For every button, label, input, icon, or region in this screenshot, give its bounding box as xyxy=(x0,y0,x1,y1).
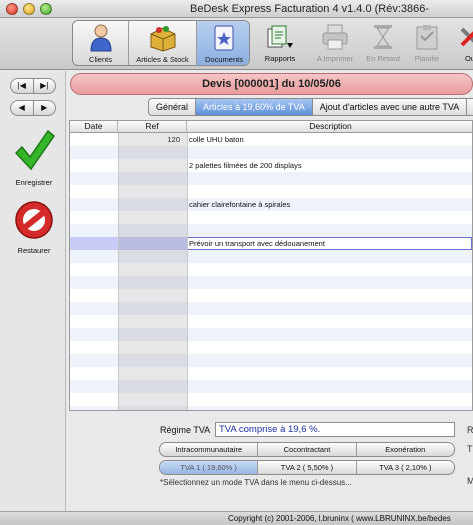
column-header-date[interactable]: Date xyxy=(70,121,118,133)
date-cell[interactable] xyxy=(72,198,116,211)
date-cell[interactable] xyxy=(72,211,116,224)
close-window-button[interactable] xyxy=(6,3,18,15)
tab-articles-19-60[interactable]: Articles à 19,60% de TVA xyxy=(196,98,313,116)
tab-ajout-articles-autre-tva[interactable]: Ajout d'articles avec une autre TVA xyxy=(312,98,468,116)
exoneration-button[interactable]: Exonération xyxy=(355,443,454,456)
tva-1-button[interactable]: TVA 1 ( 19,60% ) xyxy=(160,461,258,474)
description-cell[interactable] xyxy=(189,146,471,159)
window-title: BeDesk Express Facturation 4 v1.4.0 (Rév… xyxy=(190,3,430,15)
items-table: Date Ref Description 120 colle UHU baton 2… xyxy=(69,120,473,411)
document-header: Devis [000001] du 10/05/06 xyxy=(70,73,473,95)
cocontractant-button[interactable]: Cocontractant xyxy=(257,443,355,456)
description-cell[interactable]: Prévoir un transport avec dédouanement xyxy=(189,237,471,250)
date-cell[interactable] xyxy=(72,237,116,250)
date-cell[interactable] xyxy=(72,224,116,237)
restore-button[interactable]: Restaurer xyxy=(6,199,62,255)
column-divider xyxy=(118,133,119,410)
date-cell[interactable] xyxy=(72,185,116,198)
tva-rate-selector: TVA 1 ( 19,60% ) TVA 2 ( 5,50% ) TVA 3 (… xyxy=(159,460,455,475)
zoom-window-button[interactable] xyxy=(40,3,52,15)
box-icon xyxy=(150,26,175,52)
status-bar: Copyright (c) 2001-2006, l.bruninx ( www… xyxy=(0,511,473,525)
toolbar: Clients Articles & Stock Documents Rappo… xyxy=(0,18,473,70)
regime-tva-field[interactable]: TVA comprise à 19,6 %. xyxy=(215,422,455,437)
date-cell[interactable] xyxy=(72,172,116,185)
tab-general[interactable]: Général xyxy=(148,98,197,116)
left-sidebar: |◀ ▶| ◀ ▶ Enregistrer Restaurer xyxy=(0,71,66,511)
copyright-text: Copyright (c) 2001-2006, l.bruninx ( www… xyxy=(228,514,451,523)
clipboard-icon xyxy=(416,25,438,50)
out-button[interactable]: Out xyxy=(450,20,473,66)
description-cell[interactable]: colle UHU baton xyxy=(189,133,471,146)
document-star-icon xyxy=(214,25,234,51)
date-cell[interactable] xyxy=(72,159,116,172)
description-cell[interactable] xyxy=(189,185,471,198)
save-button[interactable]: Enregistrer xyxy=(6,127,62,187)
date-cell[interactable] xyxy=(72,133,116,146)
column-header-description[interactable]: Description xyxy=(187,121,472,133)
date-cell[interactable] xyxy=(72,146,116,159)
printer-icon xyxy=(322,24,348,50)
first-last-nav: |◀ ▶| xyxy=(10,78,56,94)
truncated-label: T xyxy=(467,444,473,454)
description-cell[interactable] xyxy=(189,211,471,224)
reports-icon xyxy=(267,25,293,48)
column-divider xyxy=(187,133,188,410)
wrench-icon xyxy=(460,27,473,47)
last-record-button[interactable]: ▶| xyxy=(32,79,56,93)
articles-stock-section-button[interactable]: Articles & Stock xyxy=(129,21,197,65)
document-tabs: Général Articles à 19,60% de TVA Ajout d… xyxy=(148,98,473,116)
column-header-ref[interactable]: Ref xyxy=(118,121,187,133)
tab-aj[interactable]: Aj xyxy=(467,98,473,116)
clients-section-button[interactable]: Clients xyxy=(73,21,129,65)
checkmark-icon xyxy=(14,129,56,171)
title-bar: BeDesk Express Facturation 4 v1.4.0 (Rév… xyxy=(0,0,473,18)
description-cell[interactable]: cahier clairefontaine à spirales xyxy=(189,198,471,211)
next-record-button[interactable]: ▶ xyxy=(32,101,56,115)
truncated-label: R xyxy=(467,425,473,435)
description-cell[interactable]: 2 palettes filmées de 200 displays xyxy=(189,159,471,172)
tva-hint-text: *Sélectionnez un mode TVA dans le menu c… xyxy=(160,478,352,487)
ref-column-shading xyxy=(118,133,187,410)
tva-mode-selector: Intracommunautaire Cocontractant Exonéra… xyxy=(159,442,455,457)
previous-record-button[interactable]: ◀ xyxy=(11,101,33,115)
description-cell[interactable] xyxy=(189,224,471,237)
prev-next-nav: ◀ ▶ xyxy=(10,100,56,116)
prohibited-icon xyxy=(15,201,53,239)
truncated-label: M xyxy=(467,476,473,486)
en-retard-button[interactable]: En Retard xyxy=(362,20,404,66)
hourglass-icon xyxy=(374,25,392,49)
section-switcher: Clients Articles & Stock Documents xyxy=(72,20,250,66)
person-icon xyxy=(89,24,112,52)
table-header: Date Ref Description xyxy=(70,121,472,133)
documents-section-button[interactable]: Documents xyxy=(197,21,249,65)
tva-3-button[interactable]: TVA 3 ( 2,10% ) xyxy=(355,461,454,474)
first-record-button[interactable]: |◀ xyxy=(11,79,33,93)
tva-2-button[interactable]: TVA 2 ( 5,50% ) xyxy=(257,461,355,474)
description-cell[interactable] xyxy=(189,172,471,185)
intracommunautaire-button[interactable]: Intracommunautaire xyxy=(160,443,257,456)
a-imprimer-button[interactable]: A Imprimer xyxy=(314,20,356,66)
minimize-window-button[interactable] xyxy=(23,3,35,15)
rapports-button[interactable]: Rapports xyxy=(259,20,301,66)
regime-tva-label: Régime TVA xyxy=(160,425,211,435)
planifie-button[interactable]: Planifié xyxy=(406,20,448,66)
